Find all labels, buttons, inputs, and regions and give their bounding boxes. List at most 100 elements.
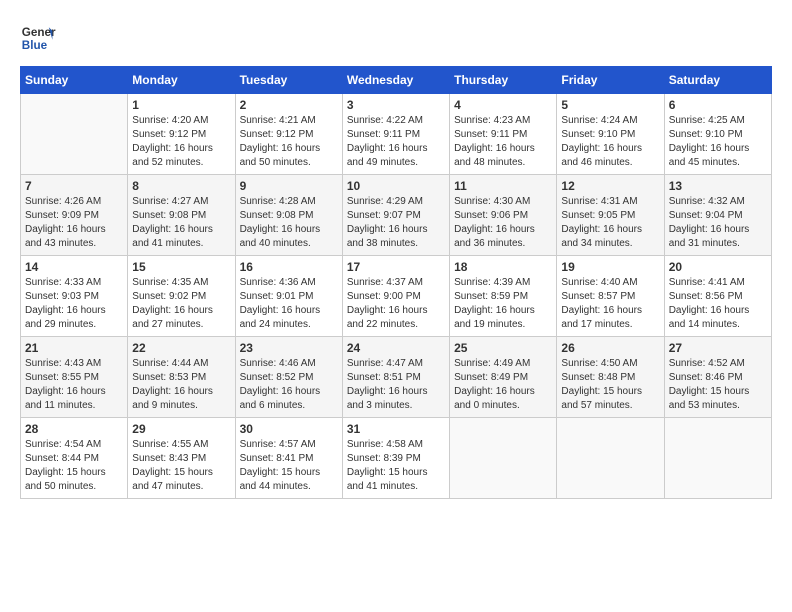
calendar-table: SundayMondayTuesdayWednesdayThursdayFrid…: [20, 66, 772, 499]
day-header-thursday: Thursday: [450, 67, 557, 94]
calendar-cell: 30Sunrise: 4:57 AM Sunset: 8:41 PM Dayli…: [235, 418, 342, 499]
day-number: 25: [454, 341, 552, 355]
day-number: 14: [25, 260, 123, 274]
day-info: Sunrise: 4:49 AM Sunset: 8:49 PM Dayligh…: [454, 357, 552, 413]
logo-icon: General Blue: [20, 20, 56, 56]
day-number: 21: [25, 341, 123, 355]
day-info: Sunrise: 4:47 AM Sunset: 8:51 PM Dayligh…: [347, 357, 445, 413]
day-number: 18: [454, 260, 552, 274]
day-number: 17: [347, 260, 445, 274]
calendar-cell: 12Sunrise: 4:31 AM Sunset: 9:05 PM Dayli…: [557, 175, 664, 256]
day-number: 22: [132, 341, 230, 355]
day-number: 28: [25, 422, 123, 436]
calendar-cell: 14 Sunrise: 4:33 AM Sunset: 9:03 PM Dayli…: [21, 256, 128, 337]
day-number: 27: [669, 341, 767, 355]
day-info: Sunrise: 4:29 AM Sunset: 9:07 PM Dayligh…: [347, 195, 445, 251]
day-header-friday: Friday: [557, 67, 664, 94]
calendar-cell: 23 Sunrise: 4:46 AM Sunset: 8:52 PM Dayli…: [235, 337, 342, 418]
day-number: 2: [240, 98, 338, 112]
calendar-cell: [557, 418, 664, 499]
day-header-sunday: Sunday: [21, 67, 128, 94]
day-number: 29: [132, 422, 230, 436]
day-number: 19: [561, 260, 659, 274]
calendar-cell: 4 Sunrise: 4:23 AM Sunset: 9:11 PM Daylig…: [450, 94, 557, 175]
day-info: Sunrise: 4:54 AM Sunset: 8:44 PM Dayligh…: [25, 438, 123, 494]
day-number: 10: [347, 179, 445, 193]
calendar-cell: 15Sunrise: 4:35 AM Sunset: 9:02 PM Dayli…: [128, 256, 235, 337]
calendar-cell: 11Sunrise: 4:30 AM Sunset: 9:06 PM Dayli…: [450, 175, 557, 256]
day-number: 5: [561, 98, 659, 112]
day-number: 12: [561, 179, 659, 193]
day-header-tuesday: Tuesday: [235, 67, 342, 94]
day-number: 6: [669, 98, 767, 112]
calendar-cell: 5 Sunrise: 4:24 AM Sunset: 9:10 PM Daylig…: [557, 94, 664, 175]
page-header: General Blue: [20, 20, 772, 56]
day-number: 4: [454, 98, 552, 112]
day-info: Sunrise: 4:43 AM Sunset: 8:55 PM Dayligh…: [25, 357, 123, 413]
day-header-wednesday: Wednesday: [342, 67, 449, 94]
day-info: Sunrise: 4:24 AM Sunset: 9:10 PM Dayligh…: [561, 114, 659, 170]
day-info: Sunrise: 4:55 AM Sunset: 8:43 PM Dayligh…: [132, 438, 230, 494]
calendar-week-row: 28 Sunrise: 4:54 AM Sunset: 8:44 PM Dayli…: [21, 418, 772, 499]
calendar-cell: 22Sunrise: 4:44 AM Sunset: 8:53 PM Dayli…: [128, 337, 235, 418]
day-info: Sunrise: 4:39 AM Sunset: 8:59 PM Dayligh…: [454, 276, 552, 332]
calendar-header-row: SundayMondayTuesdayWednesdayThursdayFrid…: [21, 67, 772, 94]
day-number: 26: [561, 341, 659, 355]
calendar-cell: 21 Sunrise: 4:43 AM Sunset: 8:55 PM Dayli…: [21, 337, 128, 418]
calendar-week-row: 14 Sunrise: 4:33 AM Sunset: 9:03 PM Dayli…: [21, 256, 772, 337]
day-info: Sunrise: 4:21 AM Sunset: 9:12 PM Dayligh…: [240, 114, 338, 170]
calendar-cell: 26 Sunrise: 4:50 AM Sunset: 8:48 PM Dayli…: [557, 337, 664, 418]
calendar-cell: 25 Sunrise: 4:49 AM Sunset: 8:49 PM Dayli…: [450, 337, 557, 418]
day-info: Sunrise: 4:30 AM Sunset: 9:06 PM Dayligh…: [454, 195, 552, 251]
day-info: Sunrise: 4:41 AM Sunset: 8:56 PM Dayligh…: [669, 276, 767, 332]
day-header-saturday: Saturday: [664, 67, 771, 94]
calendar-cell: [664, 418, 771, 499]
day-info: Sunrise: 4:26 AM Sunset: 9:09 PM Dayligh…: [25, 195, 123, 251]
calendar-cell: 18 Sunrise: 4:39 AM Sunset: 8:59 PM Dayli…: [450, 256, 557, 337]
calendar-cell: 13 Sunrise: 4:32 AM Sunset: 9:04 PM Dayli…: [664, 175, 771, 256]
day-info: Sunrise: 4:32 AM Sunset: 9:04 PM Dayligh…: [669, 195, 767, 251]
calendar-cell: 10 Sunrise: 4:29 AM Sunset: 9:07 PM Dayli…: [342, 175, 449, 256]
calendar-week-row: 7Sunrise: 4:26 AM Sunset: 9:09 PM Daylig…: [21, 175, 772, 256]
calendar-cell: 6 Sunrise: 4:25 AM Sunset: 9:10 PM Daylig…: [664, 94, 771, 175]
day-number: 13: [669, 179, 767, 193]
day-info: Sunrise: 4:58 AM Sunset: 8:39 PM Dayligh…: [347, 438, 445, 494]
calendar-cell: [21, 94, 128, 175]
calendar-cell: 24Sunrise: 4:47 AM Sunset: 8:51 PM Dayli…: [342, 337, 449, 418]
calendar-cell: 9Sunrise: 4:28 AM Sunset: 9:08 PM Daylig…: [235, 175, 342, 256]
calendar-cell: [450, 418, 557, 499]
day-info: Sunrise: 4:28 AM Sunset: 9:08 PM Dayligh…: [240, 195, 338, 251]
svg-text:Blue: Blue: [22, 39, 48, 52]
day-info: Sunrise: 4:46 AM Sunset: 8:52 PM Dayligh…: [240, 357, 338, 413]
day-info: Sunrise: 4:36 AM Sunset: 9:01 PM Dayligh…: [240, 276, 338, 332]
day-number: 31: [347, 422, 445, 436]
calendar-week-row: 21 Sunrise: 4:43 AM Sunset: 8:55 PM Dayli…: [21, 337, 772, 418]
day-info: Sunrise: 4:27 AM Sunset: 9:08 PM Dayligh…: [132, 195, 230, 251]
calendar-cell: 28 Sunrise: 4:54 AM Sunset: 8:44 PM Dayli…: [21, 418, 128, 499]
day-info: Sunrise: 4:23 AM Sunset: 9:11 PM Dayligh…: [454, 114, 552, 170]
day-info: Sunrise: 4:25 AM Sunset: 9:10 PM Dayligh…: [669, 114, 767, 170]
calendar-cell: 29 Sunrise: 4:55 AM Sunset: 8:43 PM Dayli…: [128, 418, 235, 499]
calendar-cell: 1Sunrise: 4:20 AM Sunset: 9:12 PM Daylig…: [128, 94, 235, 175]
logo: General Blue: [20, 20, 56, 56]
day-info: Sunrise: 4:22 AM Sunset: 9:11 PM Dayligh…: [347, 114, 445, 170]
calendar-cell: 7Sunrise: 4:26 AM Sunset: 9:09 PM Daylig…: [21, 175, 128, 256]
calendar-cell: 19 Sunrise: 4:40 AM Sunset: 8:57 PM Dayli…: [557, 256, 664, 337]
day-info: Sunrise: 4:52 AM Sunset: 8:46 PM Dayligh…: [669, 357, 767, 413]
day-info: Sunrise: 4:57 AM Sunset: 8:41 PM Dayligh…: [240, 438, 338, 494]
calendar-cell: 8 Sunrise: 4:27 AM Sunset: 9:08 PM Daylig…: [128, 175, 235, 256]
calendar-cell: 31 Sunrise: 4:58 AM Sunset: 8:39 PM Dayli…: [342, 418, 449, 499]
day-number: 20: [669, 260, 767, 274]
calendar-week-row: 1Sunrise: 4:20 AM Sunset: 9:12 PM Daylig…: [21, 94, 772, 175]
day-info: Sunrise: 4:35 AM Sunset: 9:02 PM Dayligh…: [132, 276, 230, 332]
day-number: 16: [240, 260, 338, 274]
day-info: Sunrise: 4:33 AM Sunset: 9:03 PM Dayligh…: [25, 276, 123, 332]
calendar-cell: 3Sunrise: 4:22 AM Sunset: 9:11 PM Daylig…: [342, 94, 449, 175]
day-info: Sunrise: 4:40 AM Sunset: 8:57 PM Dayligh…: [561, 276, 659, 332]
calendar-cell: 16 Sunrise: 4:36 AM Sunset: 9:01 PM Dayli…: [235, 256, 342, 337]
day-info: Sunrise: 4:20 AM Sunset: 9:12 PM Dayligh…: [132, 114, 230, 170]
day-number: 8: [132, 179, 230, 193]
calendar-cell: 2 Sunrise: 4:21 AM Sunset: 9:12 PM Daylig…: [235, 94, 342, 175]
day-number: 23: [240, 341, 338, 355]
day-info: Sunrise: 4:50 AM Sunset: 8:48 PM Dayligh…: [561, 357, 659, 413]
